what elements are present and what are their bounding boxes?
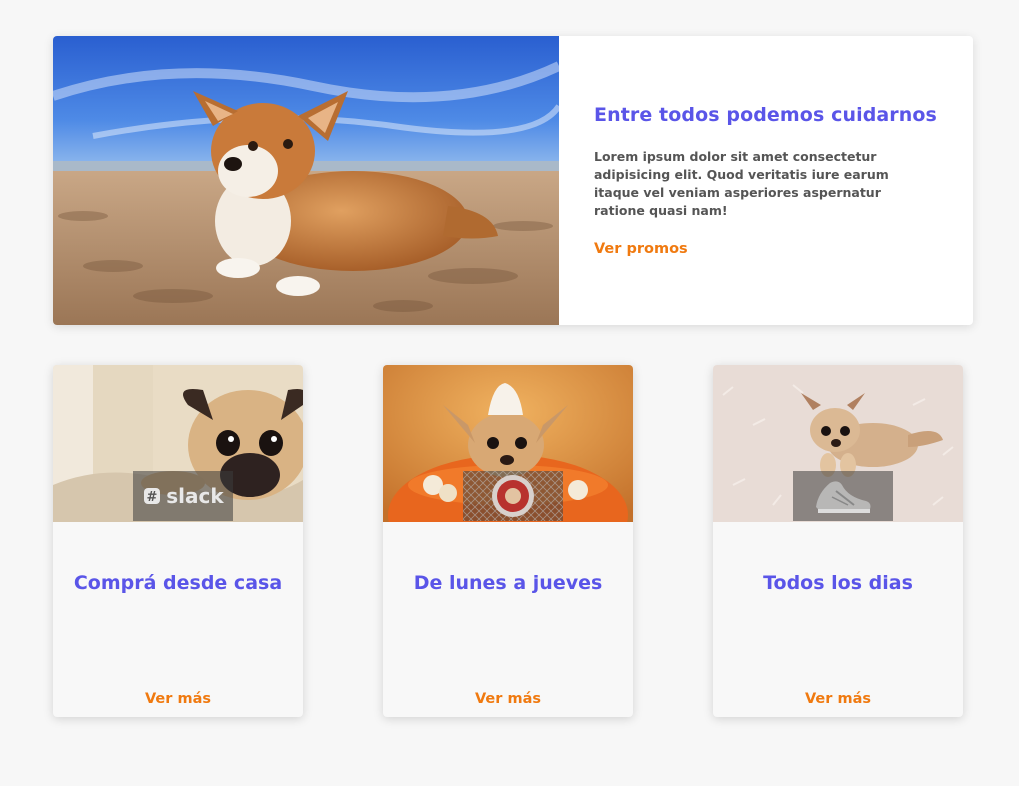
card-image-chihuahua-rug bbox=[713, 365, 963, 522]
promo-card-comprar: # slack Comprá desde casa Ver más bbox=[53, 365, 303, 717]
hero-content: Entre todos podemos cuidarnos Lorem ipsu… bbox=[559, 36, 973, 325]
slack-logo: # slack bbox=[133, 471, 233, 521]
card-title: Todos los dias bbox=[763, 572, 913, 594]
promo-card-lunes-jueves: De lunes a jueves Ver más bbox=[383, 365, 633, 717]
ver-promos-link[interactable]: Ver promos bbox=[594, 241, 688, 257]
slack-logo-text: slack bbox=[166, 484, 224, 508]
ver-mas-link[interactable]: Ver más bbox=[383, 691, 633, 707]
badge-emblem-icon bbox=[463, 471, 563, 521]
sneaker-icon bbox=[816, 481, 871, 513]
ver-mas-link[interactable]: Ver más bbox=[713, 691, 963, 707]
card-image-pug: # slack bbox=[53, 365, 303, 522]
hero-image bbox=[53, 36, 559, 325]
emblem-logo bbox=[463, 471, 563, 521]
hero-title: Entre todos podemos cuidarnos bbox=[594, 104, 937, 126]
slack-icon: # bbox=[144, 488, 161, 505]
promo-card-todos-dias: Todos los dias Ver más bbox=[713, 365, 963, 717]
ver-mas-link[interactable]: Ver más bbox=[53, 691, 303, 707]
hero-description: Lorem ipsum dolor sit amet consectetur a… bbox=[594, 149, 889, 218]
page: Entre todos podemos cuidarnos Lorem ipsu… bbox=[0, 0, 1019, 786]
hero-card: Entre todos podemos cuidarnos Lorem ipsu… bbox=[53, 36, 973, 325]
svg-text:#: # bbox=[147, 490, 158, 505]
sneaker-logo bbox=[793, 471, 893, 521]
card-image-chihuahua-cream bbox=[383, 365, 633, 522]
card-title: De lunes a jueves bbox=[413, 572, 603, 594]
card-title: Comprá desde casa bbox=[73, 572, 283, 594]
